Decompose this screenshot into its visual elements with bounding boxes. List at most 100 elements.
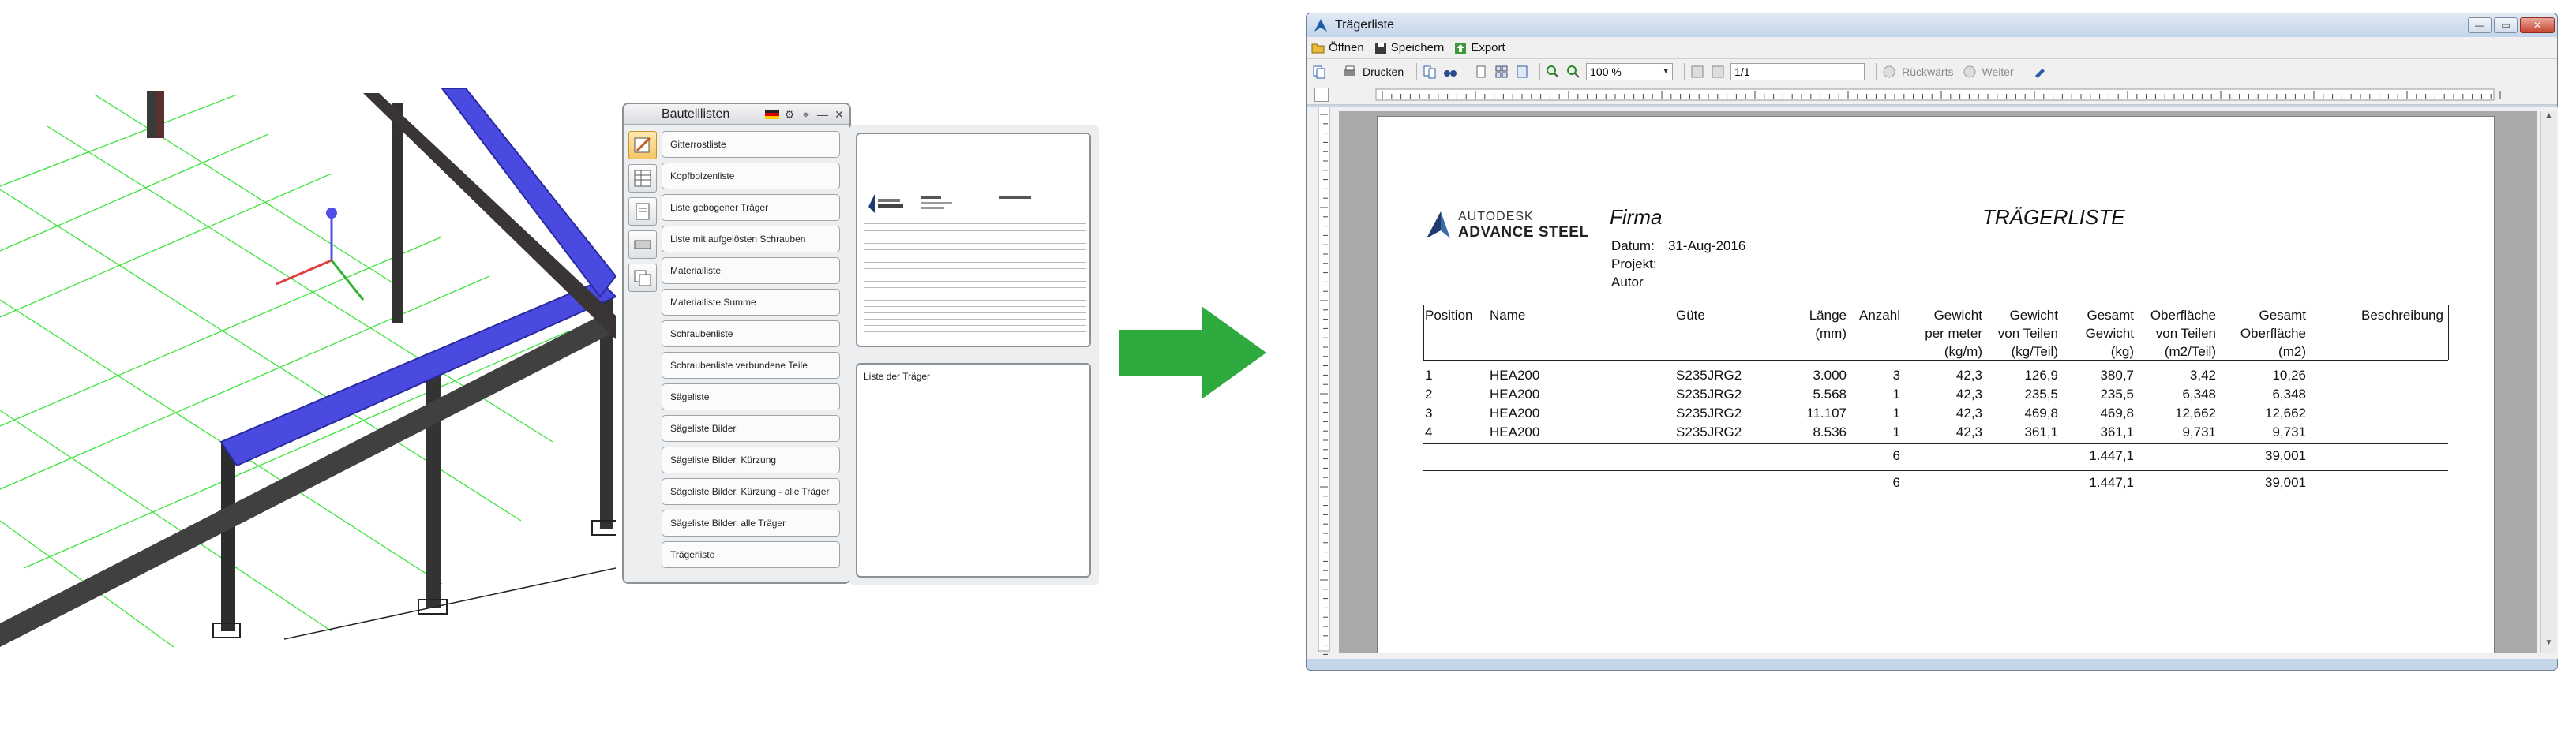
list-item[interactable]: Sägeliste Bilder, Kürzung	[662, 447, 840, 473]
list-item[interactable]: Materialliste Summe	[662, 289, 840, 316]
settings-icon[interactable]: ⚙	[783, 108, 796, 121]
window-titlebar[interactable]: Trägerliste — ▭ ✕	[1307, 13, 2557, 37]
col-position: Position	[1425, 308, 1473, 323]
single-page-icon[interactable]	[1473, 64, 1489, 80]
tool-sheet-button[interactable]	[628, 197, 657, 226]
list-item[interactable]: Sägeliste Bilder, Kürzung - alle Träger	[662, 478, 840, 505]
horizontal-ruler-row	[1307, 84, 2557, 105]
save-icon	[1374, 42, 1386, 54]
subtotal-gewicht: 1.447,1	[2089, 448, 2134, 463]
minimize-icon[interactable]: —	[816, 108, 829, 121]
col-oberflaeche-l2: von Teilen	[2155, 326, 2216, 341]
col-gewicht-m-l2: per meter	[1925, 326, 1982, 341]
page-number-input[interactable]: 1/1	[1730, 62, 1865, 80]
multi-page-icon[interactable]	[1494, 64, 1509, 80]
list-item[interactable]: Liste mit aufgelösten Schrauben	[662, 226, 840, 252]
col-gesamt-oberflaeche-l1: Gesamt	[2259, 308, 2306, 323]
logo-line-1: AUTODESK	[1458, 210, 1534, 223]
highlighted-beam[interactable]	[219, 279, 616, 467]
back-button[interactable]: Rückwärts	[1902, 65, 1953, 78]
cell-oberflaeche: 12,662	[2175, 406, 2216, 421]
print-button[interactable]: Drucken	[1363, 65, 1404, 78]
palette-list: Gitterrostliste Kopfbolzenliste Liste ge…	[662, 131, 840, 573]
save-menu-item[interactable]: Speichern	[1374, 41, 1444, 54]
first-page-icon[interactable]	[1689, 64, 1705, 80]
col-beschreibung: Beschreibung	[2361, 308, 2443, 323]
back-icon[interactable]	[1881, 64, 1897, 80]
horizontal-ruler[interactable]	[1338, 84, 2530, 105]
list-item[interactable]: Kopfbolzenliste	[662, 163, 840, 189]
maximize-button[interactable]: ▭	[2494, 17, 2518, 33]
vertical-scrollbar[interactable]: ▲ ▼	[2540, 111, 2556, 653]
list-item[interactable]: Gitterrostliste	[662, 131, 840, 158]
palette-titlebar[interactable]: Bauteillisten ⚙ ⌖ — ✕	[624, 104, 849, 125]
zoom-in-icon[interactable]	[1545, 64, 1561, 80]
german-flag-icon[interactable]	[765, 109, 779, 119]
binoculars-icon[interactable]	[1442, 64, 1458, 80]
zoom-value: 100 %	[1590, 65, 1622, 78]
list-item[interactable]: Sägeliste Bilder, alle Träger	[662, 510, 840, 537]
cell-oberflaeche: 9,731	[2182, 424, 2216, 439]
scroll-down-icon[interactable]: ▼	[2541, 638, 2556, 653]
list-item[interactable]: Schraubenliste verbundene Teile	[662, 352, 840, 379]
export-label: Export	[1471, 41, 1505, 54]
cell-position: 1	[1425, 368, 1433, 383]
page-setup-icon[interactable]	[1422, 64, 1438, 80]
toolbar: Drucken 100 % ▼ 1/1 Rückwärts Weiter	[1307, 59, 2557, 84]
description-panel: Liste der Träger	[856, 363, 1091, 578]
col-gewicht-m-l3: (kg/m)	[1944, 344, 1982, 359]
cell-gesamt-oberflaeche: 6,348	[2272, 387, 2306, 402]
tool-table-button[interactable]	[628, 164, 657, 193]
close-button[interactable]: ✕	[2520, 17, 2555, 33]
ground-line	[283, 567, 616, 640]
col-gesamt-oberflaeche: Gesamt Oberfläche (m2)	[2216, 306, 2306, 361]
autodesk-logo: AUTODESK ADVANCE STEEL	[1425, 210, 1589, 241]
print-icon[interactable]	[1342, 64, 1358, 80]
cell-guete: S235JRG2	[1676, 368, 1742, 383]
zoom-out-icon[interactable]	[1565, 64, 1581, 80]
copy-icon[interactable]	[1311, 64, 1327, 80]
cad-3d-viewport[interactable]	[0, 0, 616, 733]
list-item[interactable]: Sägeliste	[662, 383, 840, 410]
export-menu-item[interactable]: Export	[1453, 41, 1505, 54]
vertical-ruler[interactable]	[1314, 107, 1334, 659]
cell-guete: S235JRG2	[1676, 387, 1742, 402]
cell-laenge: 3.000	[1813, 368, 1847, 383]
pin-icon[interactable]: ⌖	[800, 108, 812, 121]
green-arrow-icon	[1119, 306, 1266, 399]
toolbar-separator	[1539, 62, 1541, 80]
total-anzahl: 6	[1892, 475, 1900, 490]
close-icon[interactable]: ✕	[833, 108, 846, 121]
col-oberflaeche-l3: (m2/Teil)	[2164, 344, 2216, 359]
minimize-button[interactable]: —	[2468, 17, 2492, 33]
tool-lists-button[interactable]	[628, 131, 657, 159]
forward-icon[interactable]	[1962, 64, 1978, 80]
cell-position: 3	[1425, 406, 1433, 421]
col-anzahl: Anzahl	[1859, 308, 1900, 323]
zoom-select[interactable]: 100 % ▼	[1586, 62, 1674, 80]
list-item[interactable]: Materialliste	[662, 257, 840, 284]
list-item[interactable]: Trägerliste	[662, 541, 840, 568]
list-item[interactable]: Liste gebogener Träger	[662, 194, 840, 221]
tools-dropdown-icon[interactable]	[2032, 64, 2048, 80]
tool-beam-button[interactable]	[628, 230, 657, 259]
autodesk-app-icon	[1314, 19, 1327, 32]
col-gewicht-teil-l2: von Teilen	[1997, 326, 2058, 341]
list-item[interactable]: Schraubenliste	[662, 320, 840, 347]
open-menu-item[interactable]: Öffnen	[1311, 41, 1364, 54]
cell-gewicht-teil: 361,1	[2024, 424, 2058, 439]
table-icon	[634, 170, 651, 187]
scroll-up-icon[interactable]: ▲	[2541, 111, 2556, 125]
tool-stack-button[interactable]	[628, 264, 657, 292]
palette-title: Bauteillisten	[662, 107, 730, 121]
cell-laenge: 11.107	[1806, 406, 1847, 421]
previous-page-icon[interactable]	[1710, 64, 1726, 80]
col-gesamt-gewicht-l1: Gesamt	[2087, 308, 2134, 323]
page-area[interactable]: AUTODESK ADVANCE STEEL Firma Datum: 31-Au…	[1339, 111, 2537, 653]
page-layout-icon[interactable]	[1514, 64, 1530, 80]
forward-button[interactable]: Weiter	[1982, 65, 2014, 78]
cell-guete: S235JRG2	[1676, 406, 1742, 421]
list-item[interactable]: Sägeliste Bilder	[662, 415, 840, 442]
autodesk-logo-icon	[1427, 211, 1450, 238]
col-laenge-l1: Länge	[1809, 308, 1847, 323]
